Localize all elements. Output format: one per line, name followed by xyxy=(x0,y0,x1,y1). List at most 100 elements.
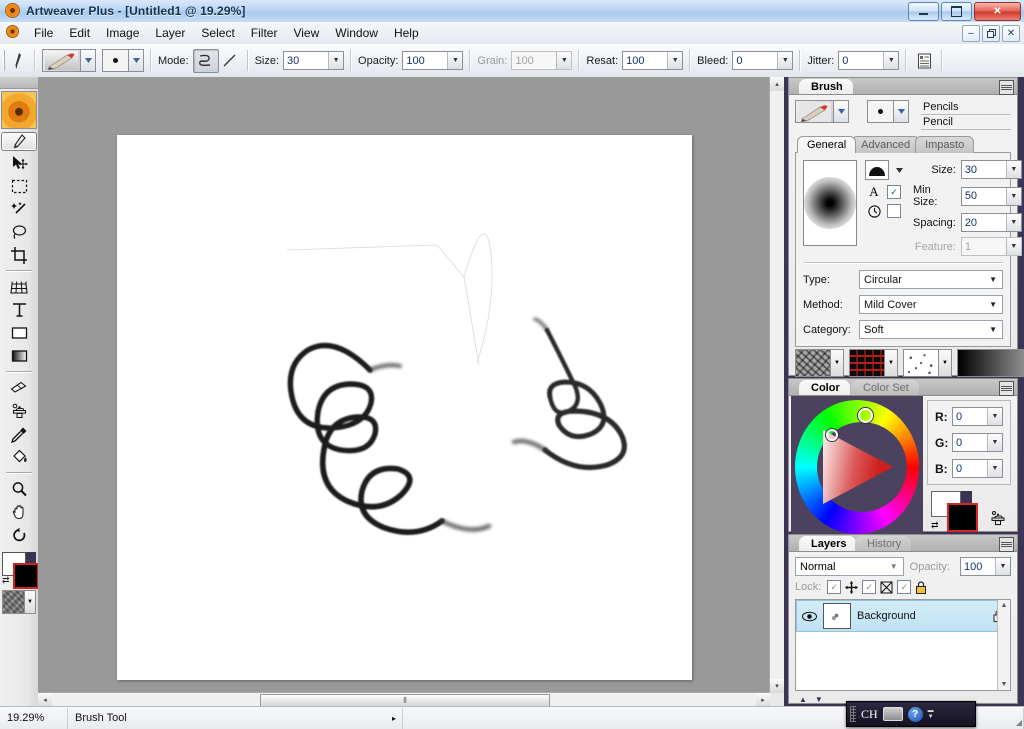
layer-row-background[interactable]: Background xyxy=(796,600,1010,632)
tool-lasso[interactable] xyxy=(6,221,32,243)
pattern-dropdown-arrow[interactable]: ▼ xyxy=(884,350,897,376)
nozzle-dropdown-arrow[interactable]: ▼ xyxy=(938,350,951,376)
nozzle-picker[interactable]: ▼ xyxy=(903,349,952,377)
layer-up-button[interactable]: ▲ xyxy=(799,695,807,704)
tool-paint-bucket[interactable] xyxy=(6,446,32,468)
tool-hand[interactable] xyxy=(6,501,32,523)
menu-item-edit[interactable]: Edit xyxy=(61,24,98,42)
ime-language-label[interactable]: CH xyxy=(861,707,878,722)
color-wheel[interactable] xyxy=(791,396,923,538)
blue-input[interactable] xyxy=(953,460,987,477)
status-tool-menu-icon[interactable]: ▸ xyxy=(392,714,396,723)
brush-method-select[interactable]: Mild Cover ▼ xyxy=(859,295,1003,314)
tool-zoom[interactable] xyxy=(6,478,32,500)
status-tool-name[interactable]: Brush Tool ▸ xyxy=(68,707,403,729)
brush-presets-button[interactable] xyxy=(913,50,935,72)
angle-checkbox[interactable]: ✓ xyxy=(887,185,901,199)
mode-freehand-button[interactable] xyxy=(192,48,219,73)
tool-eraser[interactable] xyxy=(6,377,32,399)
jitter-spinner-arrow[interactable]: ▼ xyxy=(883,52,899,69)
layer-opacity-spinner-arrow[interactable]: ▼ xyxy=(995,558,1010,575)
swap-colors-icon[interactable]: ⇄ xyxy=(931,520,939,531)
minimize-button[interactable] xyxy=(908,2,939,21)
dab-preview-dropdown-arrow[interactable] xyxy=(128,49,144,72)
resat-input-group[interactable]: ▼ xyxy=(622,51,684,70)
menu-item-filter[interactable]: Filter xyxy=(243,24,286,42)
dab-preview-picker[interactable] xyxy=(102,49,144,72)
size-spinner-arrow[interactable]: ▼ xyxy=(328,52,344,69)
tool-move[interactable] xyxy=(6,152,32,174)
brush-category-select[interactable]: Soft ▼ xyxy=(859,320,1003,339)
brush-spacing-input-group[interactable]: ▼ xyxy=(960,213,1022,232)
brush-category-dropdown-arrow[interactable] xyxy=(833,100,849,123)
chevron-updown-icon[interactable]: ▬ ▼ xyxy=(928,708,934,720)
tool-crop[interactable] xyxy=(6,244,32,266)
scroll-left-button[interactable]: ◂ xyxy=(38,693,52,707)
tab-color-set[interactable]: Color Set xyxy=(851,380,919,395)
bleed-input[interactable] xyxy=(733,52,778,69)
brush-min-size-spinner-arrow[interactable]: ▼ xyxy=(1005,187,1021,205)
jitter-input[interactable] xyxy=(839,52,884,69)
menu-item-image[interactable]: Image xyxy=(98,24,147,42)
opacity-spinner-arrow[interactable]: ▼ xyxy=(447,52,463,69)
subtab-impasto[interactable]: Impasto xyxy=(915,136,975,153)
gradient-picker[interactable]: ▼ xyxy=(957,349,1024,377)
hue-ring-marker[interactable] xyxy=(858,408,873,423)
tool-gradient[interactable] xyxy=(6,345,32,367)
canvas-vertical-scrollbar[interactable]: ▴ ▾ xyxy=(769,77,784,693)
bleed-input-group[interactable]: ▼ xyxy=(732,51,794,70)
tool-marquee-select[interactable] xyxy=(6,175,32,197)
foreground-color-swatch[interactable] xyxy=(13,563,39,589)
blend-mode-select[interactable]: Normal ▼ xyxy=(795,557,904,576)
bleed-spinner-arrow[interactable]: ▼ xyxy=(777,52,793,69)
timing-checkbox[interactable] xyxy=(887,204,901,218)
red-spinner-arrow[interactable]: ▼ xyxy=(987,408,1002,425)
dab-shape-button[interactable] xyxy=(865,160,889,180)
layer-name[interactable]: Background xyxy=(857,610,987,622)
brush-size-spinner-arrow[interactable]: ▼ xyxy=(1005,161,1021,178)
tab-history[interactable]: History xyxy=(855,536,912,551)
help-question-icon[interactable]: ? xyxy=(907,706,923,722)
scroll-up-button[interactable]: ▴ xyxy=(770,77,784,91)
layer-down-button[interactable]: ▼ xyxy=(815,695,823,704)
green-input-group[interactable]: ▼ xyxy=(952,433,1003,452)
canvas[interactable] xyxy=(117,135,692,680)
swap-colors-icon[interactable]: ⇄ xyxy=(2,575,10,586)
tool-shape[interactable] xyxy=(6,322,32,344)
brush-min-size-input[interactable] xyxy=(961,187,1006,205)
brush-type-select[interactable]: Circular ▼ xyxy=(859,270,1003,289)
panel-menu-icon[interactable] xyxy=(999,537,1014,552)
green-spinner-arrow[interactable]: ▼ xyxy=(987,434,1002,451)
maximize-button[interactable] xyxy=(941,2,972,21)
brush-variant-picker[interactable] xyxy=(867,100,909,123)
red-input[interactable] xyxy=(953,408,987,425)
layer-opacity-input[interactable] xyxy=(961,558,995,575)
paper-texture-dropdown-arrow[interactable]: ▼ xyxy=(830,350,843,376)
mdi-minimize-button[interactable]: – xyxy=(962,25,980,42)
color-panel-swatches[interactable]: ⇄ xyxy=(931,491,979,532)
tool-clone-stamp[interactable] xyxy=(6,400,32,422)
ime-language-bar[interactable]: CH ? ▬ ▼ xyxy=(846,701,976,727)
tab-color[interactable]: Color xyxy=(799,380,850,395)
foreground-color-swatch[interactable] xyxy=(947,503,978,532)
subtab-general[interactable]: General xyxy=(797,136,857,153)
paper-texture-picker[interactable]: ▼ xyxy=(795,349,844,377)
scroll-right-button[interactable]: ▸ xyxy=(756,693,770,707)
paper-dropdown-arrow[interactable]: ▼ xyxy=(24,591,35,613)
canvas-horizontal-scrollbar[interactable]: ◂ ▸ ⦀ xyxy=(38,692,770,708)
mode-line-button[interactable] xyxy=(219,50,241,72)
tool-palette-grip[interactable] xyxy=(0,77,38,89)
tool-rotate-canvas[interactable] xyxy=(6,524,32,546)
mdi-close-button[interactable]: ✕ xyxy=(1002,25,1020,42)
tab-layers[interactable]: Layers xyxy=(799,536,857,551)
blue-spinner-arrow[interactable]: ▼ xyxy=(987,460,1002,477)
tool-magic-wand[interactable] xyxy=(6,198,32,220)
size-input[interactable] xyxy=(284,52,329,69)
lock-transparency-checkbox[interactable]: ✓ xyxy=(862,580,877,594)
document-workspace[interactable]: ▴ ▾ ◂ ▸ ⦀ xyxy=(38,77,784,708)
tool-text[interactable] xyxy=(6,299,32,321)
layer-list[interactable]: Background ▲ ▼ xyxy=(795,599,1011,691)
brush-preview-picker[interactable] xyxy=(42,49,96,72)
size-input-group[interactable]: ▼ xyxy=(283,51,345,70)
mdi-restore-button[interactable] xyxy=(982,25,1000,42)
